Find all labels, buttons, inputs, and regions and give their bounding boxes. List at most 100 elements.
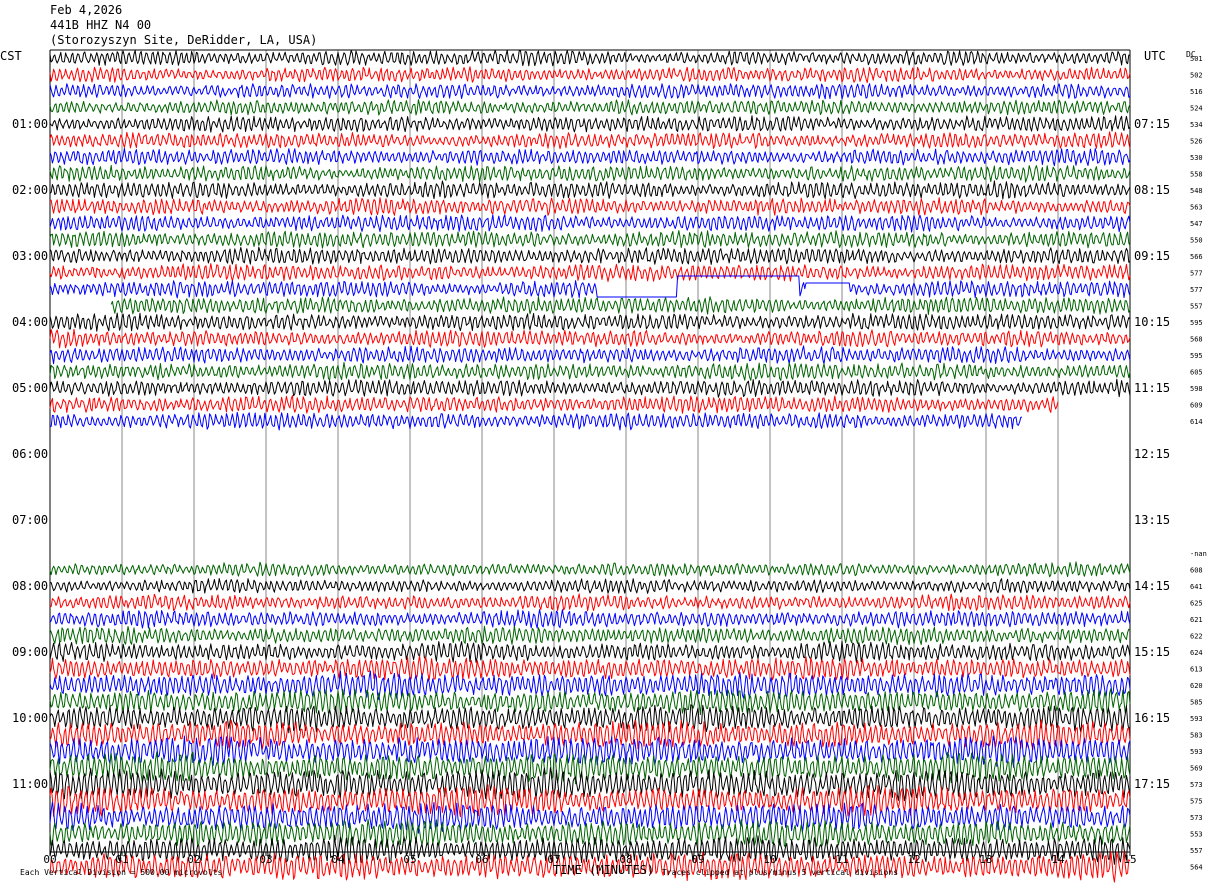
right-hour-label: 11:15 bbox=[1134, 381, 1170, 395]
dc-offset-label: 502 bbox=[1190, 72, 1203, 80]
dc-offset-label: 524 bbox=[1190, 105, 1203, 113]
left-hour-label: 03:00 bbox=[12, 249, 48, 263]
seismic-trace bbox=[49, 312, 1131, 332]
left-hour-label: 02:00 bbox=[12, 183, 48, 197]
dc-offset-label: 598 bbox=[1190, 385, 1203, 393]
dc-offset-label: 575 bbox=[1190, 798, 1203, 806]
seismic-trace bbox=[49, 197, 1131, 216]
dc-offset-label: 550 bbox=[1190, 237, 1203, 245]
seismic-trace bbox=[49, 99, 1131, 116]
x-tick-label: 07 bbox=[547, 853, 560, 866]
right-timezone-label: UTC bbox=[1144, 49, 1166, 63]
seismogram-chart: CST UTC DC Each Vertical Division = 500.… bbox=[0, 49, 1207, 883]
seismic-trace bbox=[49, 164, 1131, 183]
x-tick-label: 15 bbox=[1123, 853, 1136, 866]
seismic-trace bbox=[49, 180, 1131, 200]
seismic-trace bbox=[49, 131, 1131, 150]
dc-offset-label: 553 bbox=[1190, 831, 1203, 839]
right-hour-label: 10:15 bbox=[1134, 315, 1170, 329]
x-tick-label: 02 bbox=[187, 853, 200, 866]
dc-offset-label: 564 bbox=[1190, 864, 1203, 872]
dc-offset-label: 595 bbox=[1190, 352, 1203, 360]
seismic-trace bbox=[49, 147, 1131, 167]
right-hour-label: 15:15 bbox=[1134, 645, 1170, 659]
x-tick-label: 08 bbox=[619, 853, 632, 866]
dc-offset-label: 577 bbox=[1190, 270, 1203, 278]
dc-offset-label: 557 bbox=[1190, 847, 1203, 855]
seismic-trace bbox=[49, 49, 1130, 67]
vertical-division-note: Each Vertical Division = 500.00 microvol… bbox=[20, 868, 222, 877]
dc-offset-label: 621 bbox=[1190, 616, 1203, 624]
dc-offset-label: 625 bbox=[1190, 600, 1203, 608]
x-tick-label: 12 bbox=[907, 853, 920, 866]
seismic-trace bbox=[49, 625, 1131, 646]
x-tick-label: 10 bbox=[763, 853, 776, 866]
seismic-trace bbox=[49, 670, 1131, 701]
right-hour-label: 07:15 bbox=[1134, 117, 1170, 131]
x-tick-label: 03 bbox=[259, 853, 272, 866]
dc-offset-label: 593 bbox=[1190, 748, 1203, 756]
dc-offset-label: 624 bbox=[1190, 649, 1203, 657]
seismic-trace bbox=[49, 578, 1131, 594]
left-hour-label: 05:00 bbox=[12, 381, 48, 395]
dc-offset-label: 558 bbox=[1190, 171, 1203, 179]
seismic-trace bbox=[49, 688, 1131, 716]
seismic-trace bbox=[49, 246, 1131, 265]
x-tick-label: 14 bbox=[1051, 853, 1065, 866]
x-tick-label: 11 bbox=[835, 853, 848, 866]
right-hour-label: 08:15 bbox=[1134, 183, 1170, 197]
dc-offset-label: 577 bbox=[1190, 286, 1203, 294]
dc-offset-label: 566 bbox=[1190, 253, 1203, 261]
dc-offset-label: 613 bbox=[1190, 666, 1203, 674]
left-hour-label: 04:00 bbox=[12, 315, 48, 329]
dc-offset-label: 526 bbox=[1190, 138, 1203, 146]
right-hour-label: 16:15 bbox=[1134, 711, 1170, 725]
seismic-trace bbox=[49, 378, 1131, 398]
dc-offset-label: 583 bbox=[1190, 732, 1203, 740]
right-hour-label: 17:15 bbox=[1134, 777, 1170, 791]
dc-offset-label: 622 bbox=[1190, 633, 1203, 641]
seismic-trace bbox=[49, 230, 1131, 249]
seismic-trace bbox=[49, 593, 1131, 612]
left-hour-label: 01:00 bbox=[12, 117, 48, 131]
left-hour-label: 06:00 bbox=[12, 447, 48, 461]
dc-offset-label: 530 bbox=[1190, 154, 1203, 162]
dc-offset-label: 569 bbox=[1190, 765, 1203, 773]
left-hour-label: 07:00 bbox=[12, 513, 48, 527]
left-hour-label: 10:00 bbox=[12, 711, 48, 725]
seismic-trace bbox=[49, 609, 1131, 629]
x-tick-label: 01 bbox=[115, 853, 128, 866]
left-timezone-label: CST bbox=[0, 49, 22, 63]
dc-offset-label: 563 bbox=[1190, 204, 1203, 212]
right-hour-label: 13:15 bbox=[1134, 513, 1170, 527]
dc-offset-label: 548 bbox=[1190, 187, 1203, 195]
dc-offset-label: 585 bbox=[1190, 699, 1203, 707]
seismic-trace bbox=[49, 640, 1131, 663]
dc-offset-label: 614 bbox=[1190, 418, 1203, 426]
dc-offset-label: 534 bbox=[1190, 121, 1203, 129]
dc-offset-label: 595 bbox=[1190, 319, 1203, 327]
seismic-trace bbox=[49, 345, 1131, 365]
x-tick-label: 06 bbox=[475, 853, 488, 866]
right-hour-label: 12:15 bbox=[1134, 447, 1170, 461]
right-hour-label: 14:15 bbox=[1134, 579, 1170, 593]
dc-offset-label: 501 bbox=[1190, 55, 1203, 63]
x-tick-label: 13 bbox=[979, 853, 992, 866]
seismic-trace bbox=[49, 275, 1131, 299]
seismic-trace bbox=[49, 328, 1131, 349]
dc-offset-label: -nan bbox=[1190, 550, 1207, 558]
dc-offset-label: 620 bbox=[1190, 682, 1203, 690]
dc-offset-label: 557 bbox=[1190, 303, 1203, 311]
x-axis-title: TIME (MINUTES) bbox=[553, 863, 654, 877]
x-tick-label: 00 bbox=[43, 853, 56, 866]
dc-offset-label: 573 bbox=[1190, 781, 1203, 789]
clip-note: Traces clipped at plus/minus 5 vertical … bbox=[662, 868, 898, 877]
seismic-trace bbox=[49, 115, 1131, 133]
dc-offset-label: 608 bbox=[1190, 567, 1203, 575]
right-hour-label: 09:15 bbox=[1134, 249, 1170, 263]
seismic-trace bbox=[110, 296, 1131, 316]
seismic-trace bbox=[49, 719, 1131, 751]
trace-group bbox=[49, 49, 1131, 883]
grid-lines bbox=[49, 49, 1131, 856]
seismic-trace bbox=[49, 561, 1131, 578]
